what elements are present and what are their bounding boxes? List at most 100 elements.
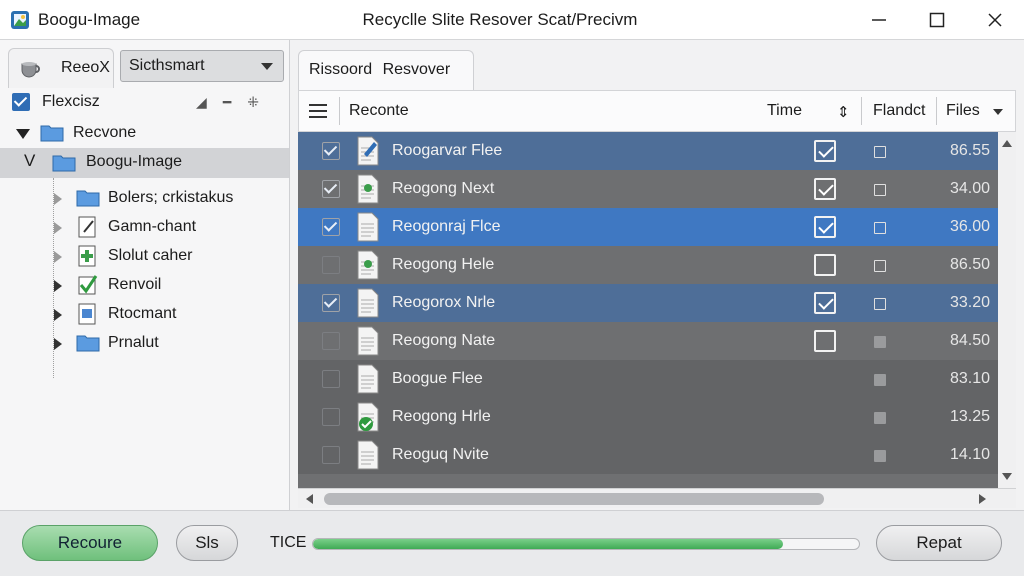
time-checkbox[interactable]	[814, 178, 836, 200]
tree-item-gamn-chant[interactable]: Gamn-chant	[0, 214, 289, 242]
green-plus-doc-icon	[78, 245, 96, 267]
table-row[interactable]: Reogonraj Flce 36.00	[298, 208, 998, 246]
table-row[interactable]: Reogorox Nrle 33.20	[298, 284, 998, 322]
flag-checkbox[interactable]	[874, 260, 886, 272]
document-icon	[357, 440, 379, 470]
horizontal-scrollbar[interactable]	[298, 488, 1016, 508]
column-name[interactable]: Reconte	[349, 102, 409, 120]
tree-item-recvone[interactable]: Recvone	[0, 120, 289, 148]
expand-arrow-icon[interactable]	[54, 338, 62, 350]
table-row[interactable]: Boogue Flee 83.10	[298, 360, 998, 398]
file-value: 86.55	[949, 142, 990, 159]
time-checkbox[interactable]	[814, 216, 836, 238]
document-icon	[357, 174, 379, 204]
flag-checkbox[interactable]	[874, 298, 886, 310]
column-files[interactable]: Files	[946, 102, 980, 120]
tree-item-rtocmant[interactable]: Rtocmant	[0, 301, 289, 329]
document-icon	[357, 250, 379, 280]
green-check-icon	[78, 275, 98, 295]
tree-item-label: Bolers; crkistakus	[108, 189, 234, 206]
file-name: Reogorox Nrle	[392, 294, 496, 311]
recover-button[interactable]: Recoure	[22, 525, 158, 561]
table-row[interactable]: Reogong Hele 86.50	[298, 246, 998, 284]
chevron-down-icon[interactable]	[993, 109, 1003, 115]
grid-icon[interactable]: ⁜	[247, 94, 275, 110]
expand-arrow-icon[interactable]	[16, 129, 30, 139]
minus-icon[interactable]: ━	[223, 94, 247, 110]
tree-item-label: Boogu-Image	[86, 153, 183, 170]
column-flag[interactable]: Flandct	[873, 102, 925, 120]
row-checkbox[interactable]	[322, 370, 340, 388]
flag-checkbox[interactable]	[874, 222, 886, 234]
tree-item-renvoil[interactable]: Renvoil	[0, 272, 289, 300]
document-icon	[357, 212, 379, 242]
tree-item-bolers[interactable]: Bolers; crkistakus	[0, 185, 289, 213]
table-row[interactable]: Reogong Hrle 13.25	[298, 398, 998, 436]
maximize-button[interactable]	[908, 0, 966, 40]
maximize-icon	[929, 12, 945, 28]
select-all-checkbox[interactable]	[12, 93, 30, 111]
sis-button[interactable]: Sls	[176, 525, 238, 561]
scroll-up-icon[interactable]	[1002, 140, 1012, 147]
row-checkbox[interactable]	[322, 446, 340, 464]
row-checkbox[interactable]	[322, 180, 340, 198]
scrollbar-thumb[interactable]	[324, 493, 824, 505]
tree-header-label: Flexcisz	[42, 93, 100, 110]
left-tab[interactable]: ReeoX	[8, 48, 114, 88]
row-checkbox[interactable]	[322, 294, 340, 312]
scroll-down-icon[interactable]	[1002, 473, 1012, 480]
table-row[interactable]: Reogong Nate 84.50	[298, 322, 998, 360]
flag-checkbox[interactable]	[874, 184, 886, 196]
expand-arrow-icon[interactable]	[54, 222, 62, 234]
tree-item-boogu-image[interactable]: V Boogu-Image	[0, 148, 289, 178]
tree-item-prnalut[interactable]: Prnalut	[0, 330, 289, 358]
cup-icon	[21, 62, 40, 78]
collapse-icon[interactable]: ◢	[196, 94, 223, 110]
expand-arrow-icon[interactable]	[54, 309, 62, 321]
minimize-button[interactable]	[850, 0, 908, 40]
document-icon	[357, 364, 379, 394]
folder-icon	[40, 125, 64, 142]
file-value: 33.20	[949, 294, 990, 311]
row-checkbox[interactable]	[322, 218, 340, 236]
row-checkbox[interactable]	[322, 332, 340, 350]
menu-icon[interactable]	[309, 104, 327, 118]
tab-rissoord-resvover[interactable]: Rissoord Resvover	[298, 50, 474, 90]
time-checkbox[interactable]	[814, 140, 836, 162]
row-checkbox[interactable]	[322, 256, 340, 274]
flag-checkbox[interactable]	[874, 412, 886, 424]
time-checkbox[interactable]	[814, 330, 836, 352]
close-button[interactable]	[966, 0, 1024, 40]
file-value: 36.00	[949, 218, 990, 235]
flag-checkbox[interactable]	[874, 450, 886, 462]
flag-checkbox[interactable]	[874, 146, 886, 158]
file-name: Reogong Hrle	[392, 408, 491, 425]
scroll-right-icon[interactable]	[979, 494, 986, 504]
file-name: Roogarvar Flee	[392, 142, 503, 159]
scroll-left-icon[interactable]	[306, 494, 313, 504]
tree-item-label: Renvoil	[108, 276, 162, 293]
table-row[interactable]: Reoguq Nvite 14.10	[298, 436, 998, 474]
column-time[interactable]: Time	[767, 102, 802, 120]
flag-checkbox[interactable]	[874, 336, 886, 348]
view-select[interactable]: Sicthsmart	[120, 50, 284, 82]
table-row[interactable]: Reogong Next 34.00	[298, 170, 998, 208]
close-icon	[988, 13, 1002, 27]
file-value: 13.25	[949, 408, 990, 425]
table-row[interactable]: Roogarvar Flee 86.55	[298, 132, 998, 170]
expand-arrow-icon[interactable]	[54, 193, 62, 205]
sort-icon[interactable]: ⇕	[837, 103, 850, 121]
repat-button[interactable]: Repat	[876, 525, 1002, 561]
time-checkbox[interactable]	[814, 254, 836, 276]
vertical-scrollbar[interactable]	[998, 132, 1016, 488]
time-checkbox[interactable]	[814, 292, 836, 314]
expand-arrow-icon[interactable]	[54, 280, 62, 292]
expand-arrow-icon[interactable]	[54, 251, 62, 263]
flag-checkbox[interactable]	[874, 374, 886, 386]
document-icon	[357, 326, 379, 356]
collapse-glyph[interactable]: V	[24, 151, 35, 171]
row-checkbox[interactable]	[322, 142, 340, 160]
row-checkbox[interactable]	[322, 408, 340, 426]
minimize-icon	[872, 19, 886, 21]
tree-item-slolut-caher[interactable]: Slolut caher	[0, 243, 289, 271]
